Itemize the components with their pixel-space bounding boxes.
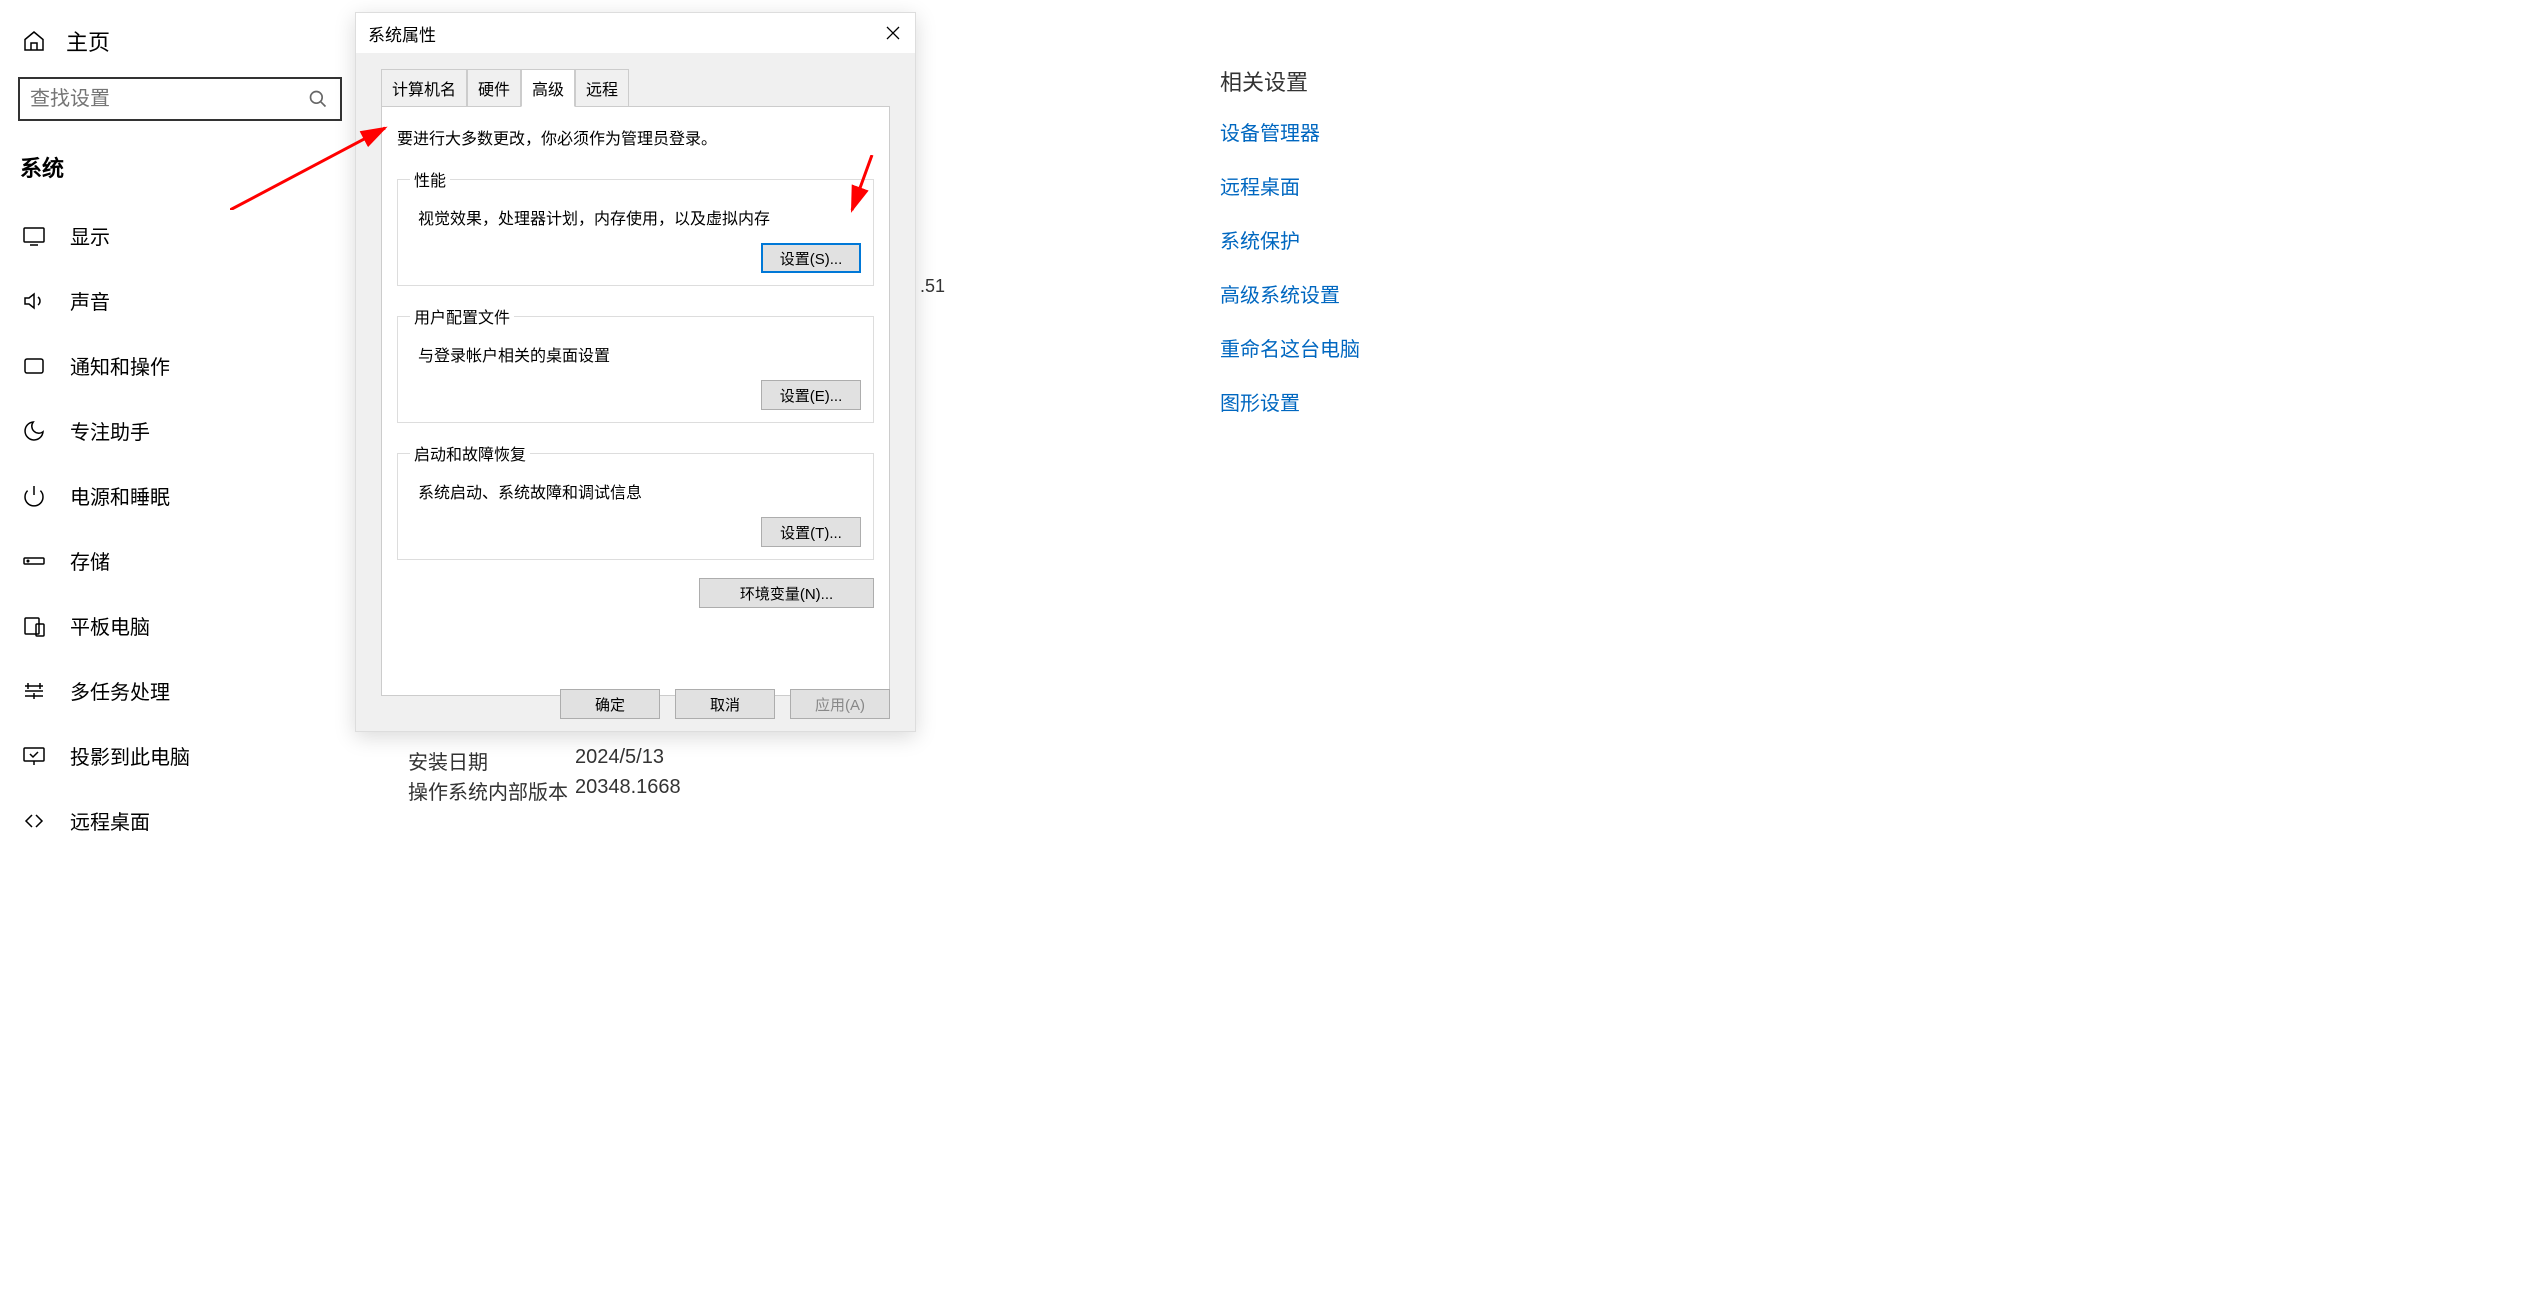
sound-icon (20, 287, 48, 315)
nav-sound[interactable]: 声音 (0, 268, 360, 333)
nav-label: 多任务处理 (70, 676, 170, 705)
nav-label: 远程桌面 (70, 806, 150, 835)
search-box[interactable] (18, 77, 342, 121)
dialog-titlebar[interactable]: 系统属性 (356, 13, 915, 53)
install-date-label: 安装日期 (408, 746, 488, 775)
nav-label: 通知和操作 (70, 351, 170, 380)
cancel-button[interactable]: 取消 (675, 689, 775, 719)
nav-label: 电源和睡眠 (70, 481, 170, 510)
group-boot-legend: 启动和故障恢复 (410, 441, 530, 465)
section-label: 系统 (0, 121, 360, 203)
apply-button[interactable]: 应用(A) (790, 689, 890, 719)
link-device-manager[interactable]: 设备管理器 (1220, 117, 1360, 146)
nav-project[interactable]: 投影到此电脑 (0, 723, 360, 788)
startup-settings-button[interactable]: 设置(T)... (761, 517, 861, 547)
related-title: 相关设置 (1220, 65, 1360, 97)
admin-note: 要进行大多数更改，你必须作为管理员登录。 (397, 125, 874, 149)
group-startup-recovery: 启动和故障恢复 系统启动、系统故障和调试信息 设置(T)... (397, 441, 874, 560)
nav-label: 平板电脑 (70, 611, 150, 640)
project-icon (20, 742, 48, 770)
storage-icon (20, 547, 48, 575)
install-date-value: 2024/5/13 (575, 746, 664, 769)
home-label: 主页 (66, 25, 110, 57)
link-advanced-system[interactable]: 高级系统设置 (1220, 279, 1360, 308)
dialog-tabs: 计算机名 硬件 高级 远程 (381, 68, 890, 106)
notification-icon (20, 352, 48, 380)
tab-computer-name[interactable]: 计算机名 (381, 69, 467, 107)
tab-remote[interactable]: 远程 (575, 69, 629, 107)
nav-storage[interactable]: 存储 (0, 528, 360, 593)
nav-notifications[interactable]: 通知和操作 (0, 333, 360, 398)
nav-label: 声音 (70, 286, 110, 315)
nav-tablet[interactable]: 平板电脑 (0, 593, 360, 658)
nav-label: 投影到此电脑 (70, 741, 190, 770)
home-button[interactable]: 主页 (0, 0, 360, 77)
tab-advanced[interactable]: 高级 (521, 69, 575, 107)
settings-sidebar: 主页 系统 显示 声音 通知和操作 专注助手 电源和睡眠 存储 平板电脑 (0, 0, 360, 1303)
tab-content-advanced: 要进行大多数更改，你必须作为管理员登录。 性能 视觉效果，处理器计划，内存使用，… (381, 106, 890, 696)
moon-icon (20, 417, 48, 445)
link-system-protection[interactable]: 系统保护 (1220, 225, 1360, 254)
home-icon (20, 27, 48, 55)
multitask-icon (20, 677, 48, 705)
group-performance-legend: 性能 (410, 167, 450, 191)
performance-settings-button[interactable]: 设置(S)... (761, 243, 861, 273)
dialog-title: 系统属性 (368, 21, 871, 46)
link-graphics[interactable]: 图形设置 (1220, 387, 1360, 416)
group-user-legend: 用户配置文件 (410, 304, 514, 328)
user-profile-settings-button[interactable]: 设置(E)... (761, 380, 861, 410)
search-icon (306, 87, 330, 111)
power-icon (20, 482, 48, 510)
related-settings: 相关设置 设备管理器 远程桌面 系统保护 高级系统设置 重命名这台电脑 图形设置 (1220, 65, 1360, 441)
remote-icon (20, 807, 48, 835)
nav-display[interactable]: 显示 (0, 203, 360, 268)
group-user-profile: 用户配置文件 与登录帐户相关的桌面设置 设置(E)... (397, 304, 874, 423)
tablet-icon (20, 612, 48, 640)
display-icon (20, 222, 48, 250)
group-boot-desc: 系统启动、系统故障和调试信息 (418, 479, 861, 503)
ok-button[interactable]: 确定 (560, 689, 660, 719)
nav-label: 存储 (70, 546, 110, 575)
nav-label: 专注助手 (70, 416, 150, 445)
nav-remote-desktop[interactable]: 远程桌面 (0, 788, 360, 853)
search-input[interactable] (30, 88, 306, 111)
link-remote-desktop[interactable]: 远程桌面 (1220, 171, 1360, 200)
group-user-desc: 与登录帐户相关的桌面设置 (418, 342, 861, 366)
env-vars-button[interactable]: 环境变量(N)... (699, 578, 874, 608)
os-build-value: 20348.1668 (575, 776, 681, 799)
bg-version-fragment: .51 (920, 276, 945, 297)
nav-multitasking[interactable]: 多任务处理 (0, 658, 360, 723)
nav-label: 显示 (70, 221, 110, 250)
nav-power-sleep[interactable]: 电源和睡眠 (0, 463, 360, 528)
group-performance: 性能 视觉效果，处理器计划，内存使用，以及虚拟内存 设置(S)... (397, 167, 874, 286)
tab-hardware[interactable]: 硬件 (467, 69, 521, 107)
nav-focus-assist[interactable]: 专注助手 (0, 398, 360, 463)
link-rename-pc[interactable]: 重命名这台电脑 (1220, 333, 1360, 362)
close-icon (886, 26, 900, 40)
dialog-footer: 确定 取消 应用(A) (560, 689, 890, 719)
system-properties-dialog: 系统属性 计算机名 硬件 高级 远程 要进行大多数更改，你必须作为管理员登录。 … (355, 12, 916, 732)
close-button[interactable] (871, 13, 915, 53)
group-performance-desc: 视觉效果，处理器计划，内存使用，以及虚拟内存 (418, 205, 861, 229)
os-build-label: 操作系统内部版本 (408, 776, 568, 805)
